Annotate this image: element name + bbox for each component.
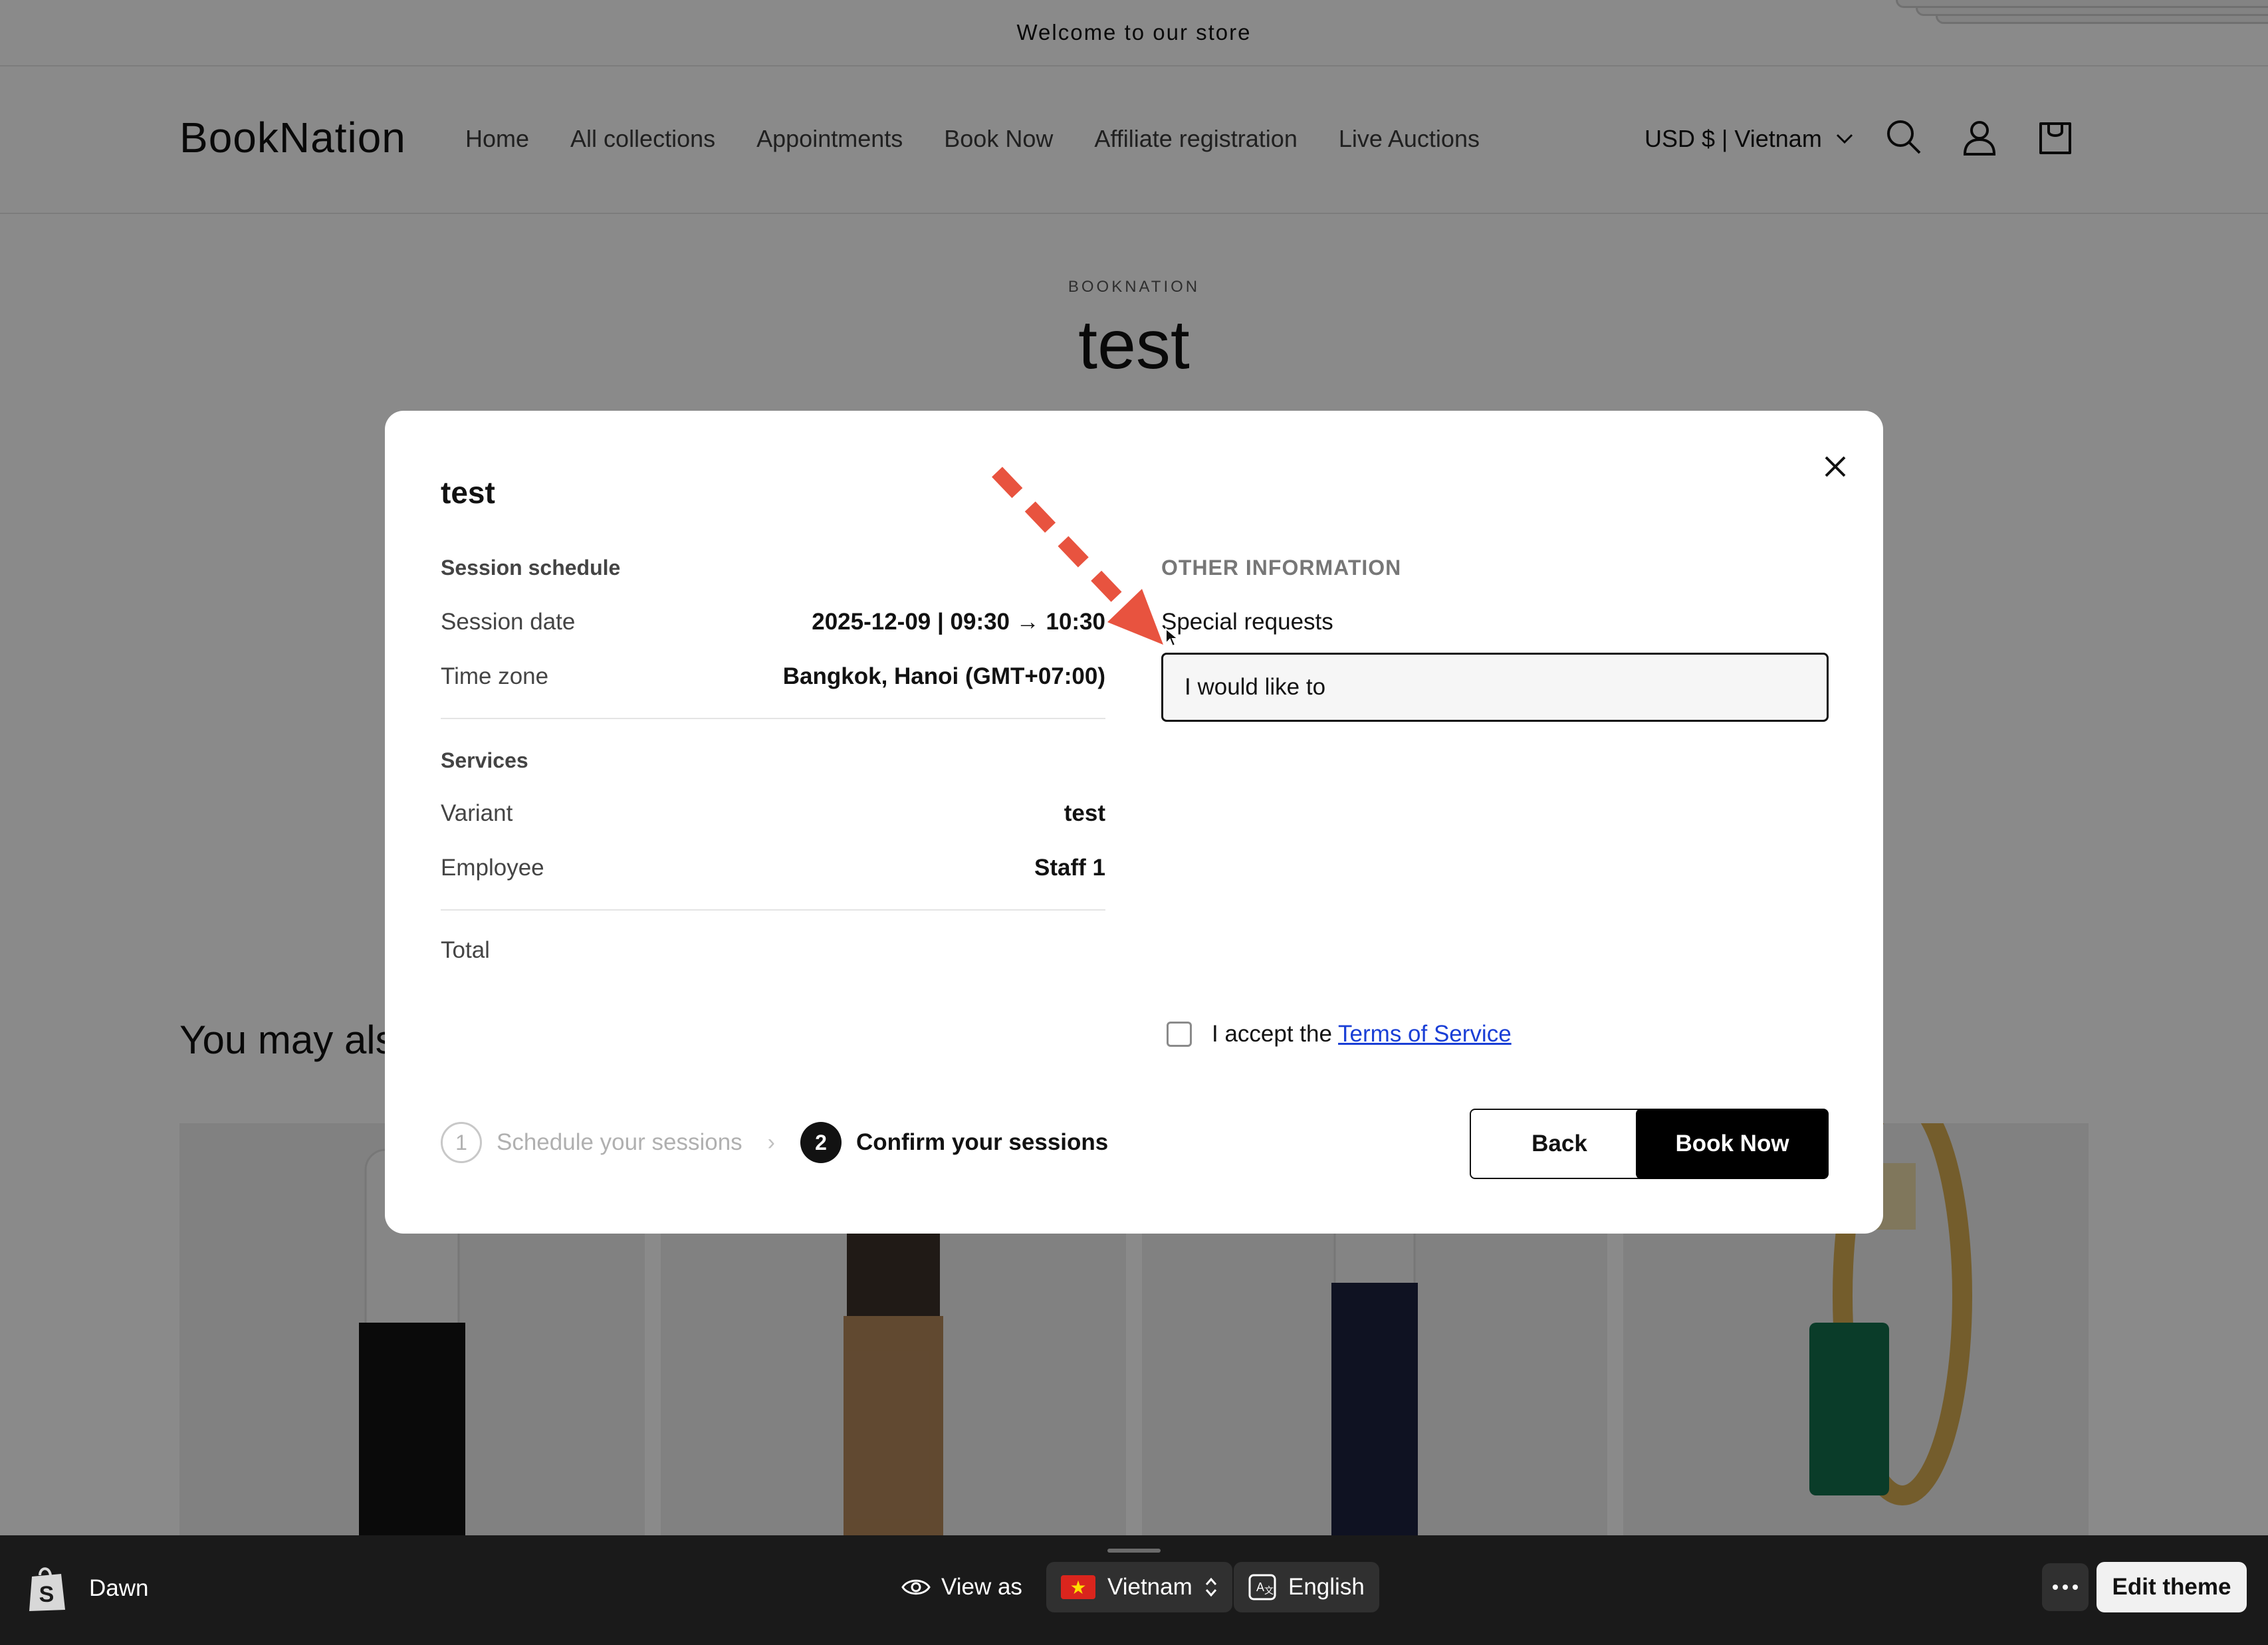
svg-text:S: S xyxy=(39,1582,55,1607)
chevron-right-icon: › xyxy=(767,1129,775,1155)
edit-theme-button[interactable]: Edit theme xyxy=(2097,1562,2247,1612)
other-information-heading: OTHER INFORMATION xyxy=(1161,556,1402,580)
theme-preview-bar: S Dawn View as ★ Vietnam A文 English Edit… xyxy=(0,1535,2268,1645)
step-2-label: Confirm your sessions xyxy=(855,1129,1109,1155)
book-now-button[interactable]: Book Now xyxy=(1636,1109,1829,1179)
variant-label: Variant xyxy=(441,800,513,826)
country-label: Vietnam xyxy=(1107,1574,1192,1600)
svg-text:A: A xyxy=(1256,1581,1264,1594)
view-as-label: View as xyxy=(901,1574,1022,1600)
theme-name: Dawn xyxy=(89,1575,149,1601)
terms-of-service-link[interactable]: Terms of Service xyxy=(1338,1021,1512,1047)
view-as-text: View as xyxy=(941,1574,1022,1600)
close-icon xyxy=(1825,456,1846,477)
time-zone-value: Bangkok, Hanoi (GMT+07:00) xyxy=(782,663,1105,689)
modal-title: test xyxy=(441,475,495,510)
annotation-arrow-icon xyxy=(992,467,1163,645)
more-icon xyxy=(2053,1585,2078,1590)
special-requests-label: Special requests xyxy=(1161,609,1333,635)
back-button[interactable]: Back xyxy=(1470,1109,1649,1179)
variant-value: test xyxy=(1064,800,1105,826)
chevron-updown-icon xyxy=(1205,1577,1216,1597)
language-label: English xyxy=(1288,1574,1365,1600)
divider xyxy=(441,718,1105,719)
total-label: Total xyxy=(441,937,490,963)
terms-row: I accept the Terms of Service xyxy=(1167,1021,1512,1047)
session-date-label: Session date xyxy=(441,609,576,635)
employee-value: Staff 1 xyxy=(1034,855,1105,881)
special-requests-input[interactable] xyxy=(1161,653,1829,722)
drag-handle[interactable] xyxy=(1107,1549,1161,1553)
mouse-cursor-icon xyxy=(1165,627,1179,647)
step-2-number: 2 xyxy=(800,1122,842,1163)
services-heading: Services xyxy=(441,748,528,772)
language-selector[interactable]: A文 English xyxy=(1234,1562,1379,1612)
terms-prefix: I accept the xyxy=(1212,1021,1332,1047)
svg-text:文: 文 xyxy=(1264,1585,1274,1596)
more-options-button[interactable] xyxy=(2042,1563,2089,1611)
vietnam-flag-icon: ★ xyxy=(1061,1575,1095,1599)
eye-icon xyxy=(901,1579,931,1595)
step-1-label[interactable]: Schedule your sessions xyxy=(497,1129,742,1156)
booking-steps: 1 Schedule your sessions › 2 Confirm you… xyxy=(441,1122,1108,1163)
close-button[interactable] xyxy=(1814,445,1857,488)
divider xyxy=(441,909,1105,911)
step-1-number[interactable]: 1 xyxy=(441,1122,482,1163)
translate-icon: A文 xyxy=(1248,1574,1276,1600)
shopify-bag-icon: S xyxy=(29,1567,65,1611)
employee-label: Employee xyxy=(441,855,544,881)
country-selector[interactable]: ★ Vietnam xyxy=(1046,1562,1232,1612)
schedule-heading: Session schedule xyxy=(441,556,621,580)
time-zone-label: Time zone xyxy=(441,663,549,689)
terms-checkbox[interactable] xyxy=(1167,1022,1192,1047)
